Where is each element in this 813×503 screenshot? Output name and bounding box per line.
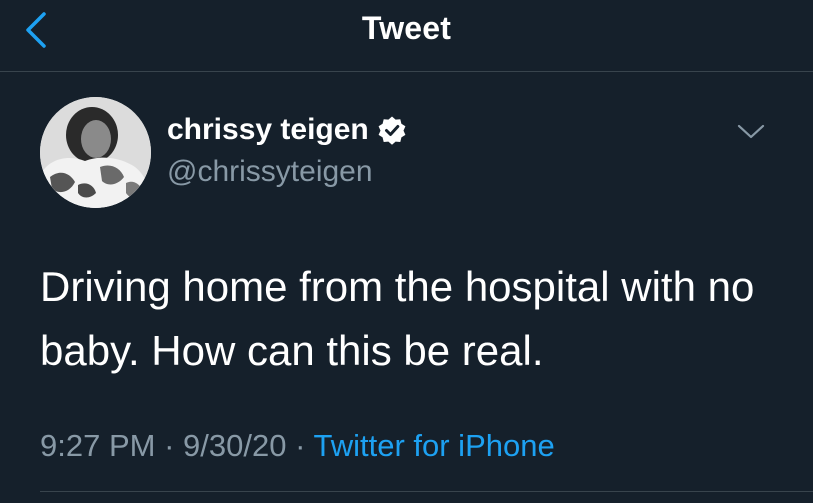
author-handle[interactable]: @chrissyteigen bbox=[167, 155, 373, 189]
navigation-bar: Tweet bbox=[0, 0, 813, 72]
author-name-row: chrissy teigen bbox=[167, 113, 407, 147]
tweet-text: Driving home from the hospital with no b… bbox=[40, 263, 755, 374]
tweet-source-link[interactable]: Twitter for iPhone bbox=[313, 428, 554, 463]
divider bbox=[40, 491, 813, 492]
meta-separator: · bbox=[164, 428, 175, 463]
tweet-date: 9/30/20 bbox=[183, 428, 287, 463]
chevron-down-icon bbox=[737, 124, 765, 139]
page-title: Tweet bbox=[361, 10, 452, 46]
avatar[interactable] bbox=[40, 97, 151, 208]
avatar-photo bbox=[40, 97, 151, 208]
verified-badge-icon bbox=[378, 116, 406, 145]
author-name[interactable]: chrissy teigen bbox=[167, 113, 369, 147]
meta-separator: · bbox=[295, 428, 306, 463]
tweet-detail-screen: Tweet chrissy teigen @chrissyteigen Driv… bbox=[0, 0, 813, 503]
more-options-button[interactable] bbox=[734, 114, 768, 148]
tweet-time: 9:27 PM bbox=[40, 428, 156, 463]
tweet-metadata: 9:27 PM · 9/30/20 · Twitter for iPhone bbox=[40, 428, 555, 464]
